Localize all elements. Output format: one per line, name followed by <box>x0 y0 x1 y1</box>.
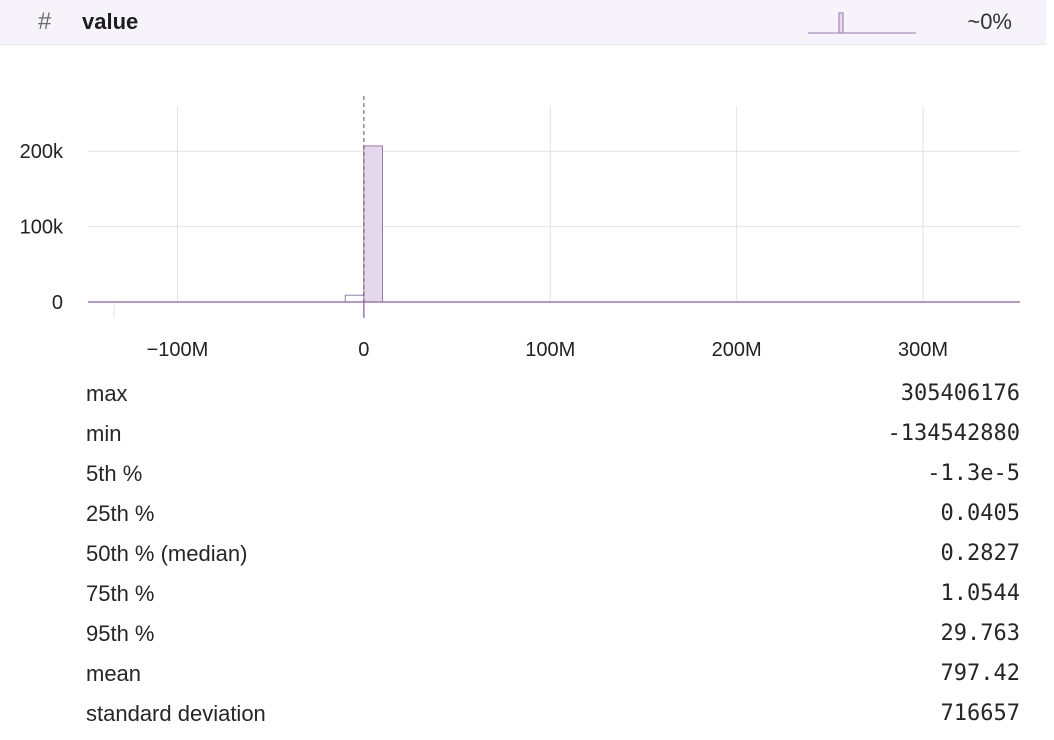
x-tick-label: 100M <box>525 339 575 361</box>
stat-row: max 305406176 <box>86 374 1020 414</box>
axes: −100M 0 100M 200M 300M 0 100k 200k <box>20 96 1020 361</box>
stat-row: mean 797.42 <box>86 654 1020 694</box>
stat-label: mean <box>86 661 142 686</box>
stat-label: max <box>86 381 128 406</box>
y-tick-label: 0 <box>52 292 63 314</box>
histogram-chart: −100M 0 100M 200M 300M 0 100k 200k <box>20 96 1020 361</box>
stat-row: 50th % (median) 0.2827 <box>86 534 1020 574</box>
stat-value: 716657 <box>940 701 1020 726</box>
stat-value: -1.3e-5 <box>927 461 1020 486</box>
stat-value: 1.0544 <box>940 581 1020 606</box>
histogram-bar <box>363 145 384 303</box>
sparkline-bar <box>838 12 844 34</box>
stat-row: standard deviation 716657 <box>86 694 1020 734</box>
stat-row: min -134542880 <box>86 414 1020 454</box>
grid-lines <box>88 106 1020 318</box>
summary-statistics: max 305406176 min -134542880 5th % -1.3e-5 25t… <box>86 374 1020 734</box>
stat-label: 95th % <box>86 621 155 646</box>
x-tick-label: 0 <box>358 339 369 361</box>
stat-label: standard deviation <box>86 701 266 726</box>
stat-value: 0.0405 <box>940 501 1020 526</box>
stat-value: -134542880 <box>887 421 1020 446</box>
numeric-type-icon: # <box>38 8 52 35</box>
sparkline-histogram <box>808 12 916 34</box>
column-header[interactable]: # value ~0% <box>0 0 1046 45</box>
stat-row: 25th % 0.0405 <box>86 494 1020 534</box>
x-tick-label: 200M <box>712 339 762 361</box>
missing-percentage: ~0% <box>967 9 1012 34</box>
histogram-bar <box>344 294 365 303</box>
y-tick-label: 200k <box>20 141 64 163</box>
stat-row: 95th % 29.763 <box>86 614 1020 654</box>
stat-value: 797.42 <box>940 661 1020 686</box>
y-tick-label: 100k <box>20 217 64 239</box>
stat-value: 29.763 <box>940 621 1020 646</box>
stat-label: 50th % (median) <box>86 541 248 566</box>
column-name: value <box>82 9 139 34</box>
stat-value: 0.2827 <box>940 541 1020 566</box>
stat-label: 25th % <box>86 501 155 526</box>
stat-label: 5th % <box>86 461 143 486</box>
stat-label: min <box>86 421 122 446</box>
stat-label: 75th % <box>86 581 155 606</box>
stat-row: 5th % -1.3e-5 <box>86 454 1020 494</box>
x-tick-label: −100M <box>147 339 209 361</box>
stat-row: 75th % 1.0544 <box>86 574 1020 614</box>
stat-value: 305406176 <box>900 381 1020 406</box>
x-tick-label: 300M <box>898 339 948 361</box>
